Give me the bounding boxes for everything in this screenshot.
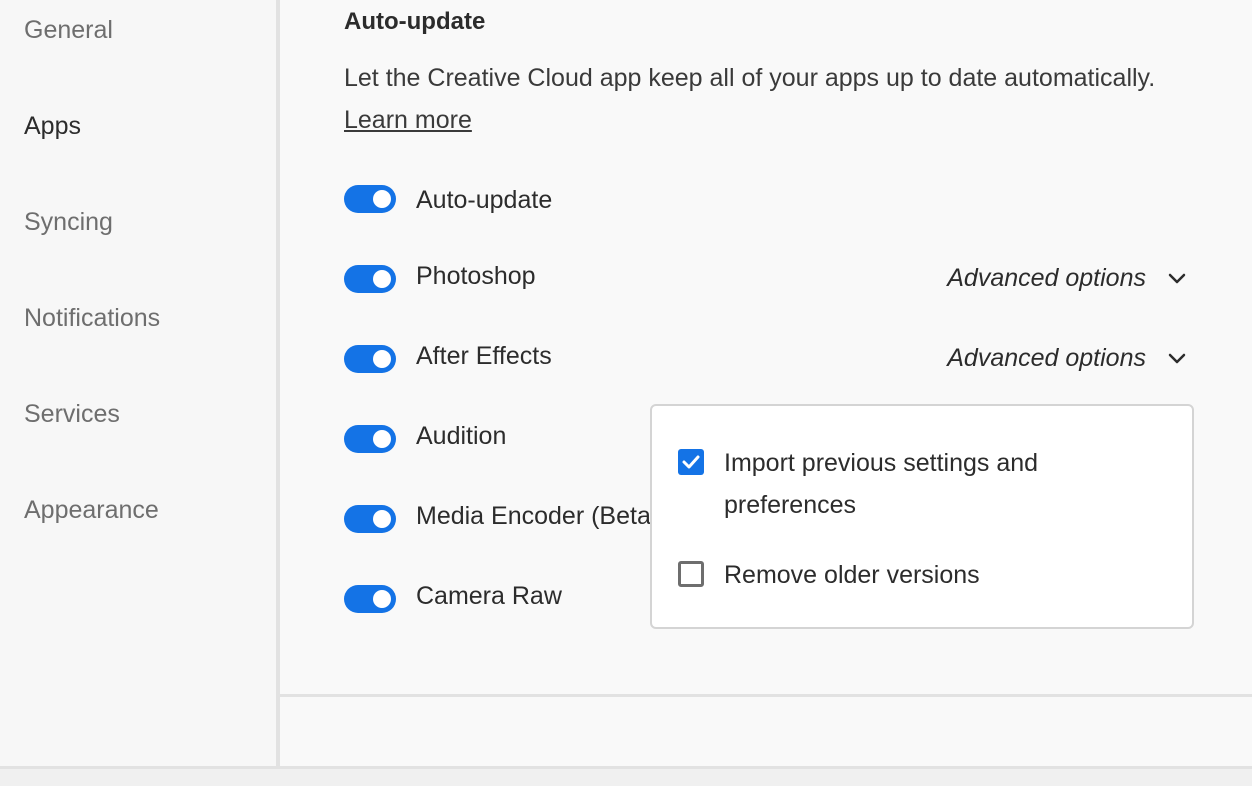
footer-area <box>280 697 1252 766</box>
auto-update-toggle[interactable] <box>344 185 396 213</box>
sidebar-item-general[interactable]: General <box>24 16 113 45</box>
toggle-label-camera-raw: Camera Raw <box>416 582 562 610</box>
remove-older-versions-label: Remove older versions <box>724 561 980 589</box>
after-effects-advanced-options[interactable]: Advanced options <box>947 344 1188 373</box>
learn-more-link[interactable]: Learn more <box>344 106 472 135</box>
toggle-label-photoshop: Photoshop <box>416 262 536 290</box>
checkmark-icon <box>682 455 700 469</box>
advanced-options-label: Advanced options <box>947 264 1146 292</box>
sidebar-item-notifications[interactable]: Notifications <box>24 304 160 333</box>
section-description: Let the Creative Cloud app keep all of y… <box>344 64 1156 92</box>
sidebar: General Apps Syncing Notifications Servi… <box>0 0 276 766</box>
after-effects-toggle[interactable] <box>344 345 396 373</box>
camera-raw-toggle[interactable] <box>344 585 396 613</box>
bottom-bar <box>0 766 1252 786</box>
toggle-label-media-encoder: Media Encoder (Beta <box>416 502 651 530</box>
section-title: Auto-update <box>344 8 486 35</box>
audition-toggle[interactable] <box>344 425 396 453</box>
chevron-down-icon <box>1168 273 1186 283</box>
chevron-down-icon <box>1168 353 1186 363</box>
sidebar-item-services[interactable]: Services <box>24 400 120 429</box>
advanced-options-label: Advanced options <box>947 344 1146 372</box>
sidebar-item-apps[interactable]: Apps <box>24 112 81 141</box>
photoshop-toggle[interactable] <box>344 265 396 293</box>
sidebar-item-syncing[interactable]: Syncing <box>24 208 113 237</box>
import-settings-label: Import previous settings and preferences <box>724 449 1039 519</box>
remove-older-versions-checkbox[interactable] <box>678 561 704 587</box>
sidebar-item-appearance[interactable]: Appearance <box>24 496 159 525</box>
toggle-label-audition: Audition <box>416 422 507 450</box>
toggle-label-after-effects: After Effects <box>416 342 552 370</box>
media-encoder-toggle[interactable] <box>344 505 396 533</box>
advanced-options-popover: Import previous settings and preferences… <box>650 404 1194 629</box>
toggle-label-auto-update: Auto-update <box>416 186 553 214</box>
import-settings-checkbox[interactable] <box>678 449 704 475</box>
photoshop-advanced-options[interactable]: Advanced options <box>947 264 1188 293</box>
